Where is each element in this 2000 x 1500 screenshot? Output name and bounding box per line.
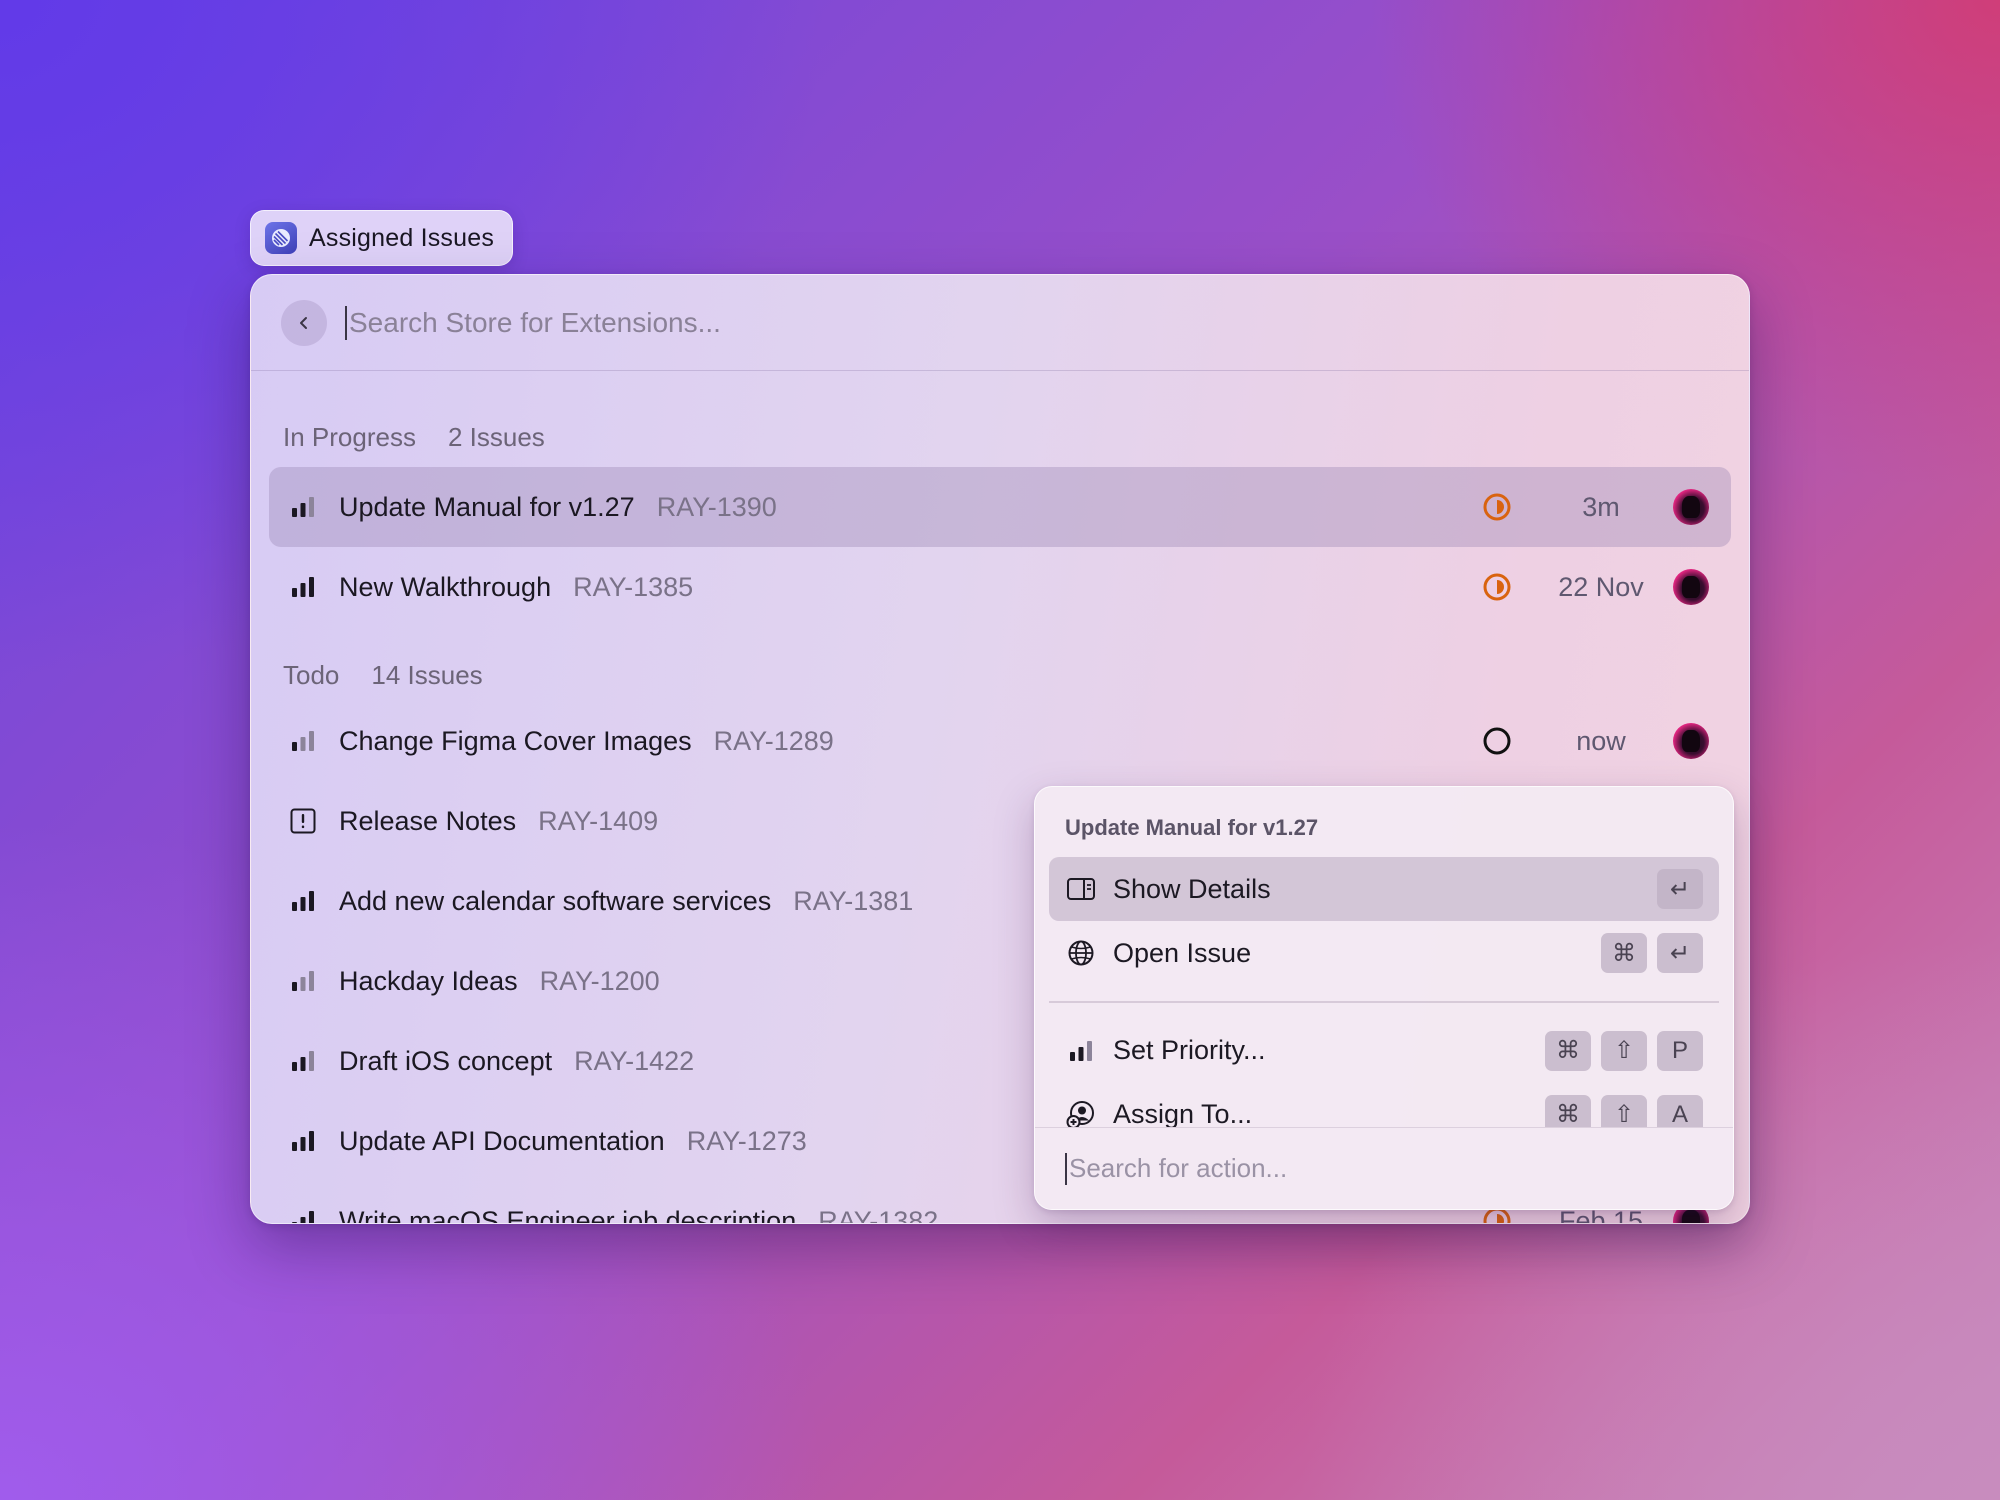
back-button[interactable] bbox=[281, 299, 327, 346]
action-label: Open Issue bbox=[1113, 937, 1252, 968]
issue-title: Update Manual for v1.27 bbox=[339, 491, 635, 522]
assignee-avatar bbox=[1673, 489, 1709, 525]
issue-row[interactable]: Update Manual for v1.27 RAY-1390 3m bbox=[269, 467, 1731, 547]
section-title: In Progress bbox=[283, 421, 416, 452]
issue-id: RAY-1289 bbox=[713, 725, 834, 756]
issue-title: Release Notes bbox=[339, 805, 517, 836]
section-header-in-progress: In Progress 2 Issues bbox=[269, 417, 1731, 457]
issue-updated: 3m bbox=[1582, 491, 1620, 522]
issue-id: RAY-1409 bbox=[538, 805, 659, 836]
action-label: Assign To... bbox=[1113, 1099, 1253, 1129]
issue-title: Update API Documentation bbox=[339, 1125, 665, 1156]
shortcut-key: P bbox=[1657, 1030, 1703, 1071]
issue-title: Change Figma Cover Images bbox=[339, 725, 692, 756]
shortcut-keys: ⌘ ⇧ P bbox=[1545, 1030, 1703, 1071]
in-progress-status-icon bbox=[1483, 493, 1511, 521]
shortcut-keys: ↵ bbox=[1657, 869, 1703, 909]
issue-id: RAY-1381 bbox=[793, 885, 914, 916]
command-title: Assigned Issues bbox=[309, 223, 495, 252]
issue-id: RAY-1390 bbox=[656, 491, 777, 522]
in-progress-status-icon bbox=[1483, 573, 1511, 601]
shortcut-key: ↵ bbox=[1657, 933, 1703, 973]
search-bar bbox=[251, 275, 1749, 371]
action-label: Set Priority... bbox=[1113, 1035, 1266, 1065]
shortcut-key: ⌘ bbox=[1601, 933, 1647, 973]
priority-high-icon bbox=[292, 1131, 314, 1151]
action-panel-title: Update Manual for v1.27 bbox=[1065, 815, 1319, 840]
issue-id: RAY-1200 bbox=[539, 965, 660, 996]
action-panel: Update Manual for v1.27 Show Details ↵ O… bbox=[1034, 786, 1734, 1210]
issue-row[interactable]: New Walkthrough RAY-1385 22 Nov bbox=[269, 547, 1731, 627]
action-divider bbox=[1049, 1001, 1719, 1003]
issue-id: RAY-1385 bbox=[573, 571, 694, 602]
issue-title: Hackday Ideas bbox=[339, 965, 518, 996]
priority-low-icon bbox=[292, 731, 314, 751]
action-search-bar bbox=[1035, 1127, 1733, 1209]
assign-user-icon bbox=[1065, 1099, 1097, 1131]
issue-id: RAY-1273 bbox=[686, 1125, 807, 1156]
shortcut-key: ⇧ bbox=[1601, 1030, 1647, 1071]
issue-id: RAY-1422 bbox=[574, 1045, 695, 1076]
globe-icon bbox=[1065, 937, 1097, 969]
search-input[interactable] bbox=[345, 305, 1719, 340]
sidebar-icon bbox=[1065, 873, 1097, 905]
section-header-todo: Todo 14 Issues bbox=[269, 655, 1731, 695]
command-title-pill: Assigned Issues bbox=[250, 210, 514, 266]
action-open-issue[interactable]: Open Issue ⌘ ↵ bbox=[1049, 921, 1719, 985]
issue-updated: now bbox=[1576, 725, 1626, 756]
priority-high-icon bbox=[292, 891, 314, 911]
issue-row[interactable]: Change Figma Cover Images RAY-1289 now bbox=[269, 701, 1731, 781]
section-title: Todo bbox=[283, 659, 340, 690]
shortcut-key: ⌘ bbox=[1545, 1030, 1591, 1071]
priority-urgent-icon bbox=[290, 808, 316, 834]
linear-app-icon bbox=[265, 222, 297, 254]
action-show-details[interactable]: Show Details ↵ bbox=[1049, 857, 1719, 921]
issue-title: New Walkthrough bbox=[339, 571, 552, 602]
issue-id: RAY-1382 bbox=[818, 1205, 939, 1224]
action-set-priority[interactable]: Set Priority... ⌘ ⇧ P bbox=[1049, 1019, 1719, 1083]
action-label: Show Details bbox=[1113, 873, 1271, 904]
shortcut-key: ↵ bbox=[1657, 869, 1703, 909]
issue-title: Draft iOS concept bbox=[339, 1045, 553, 1076]
priority-medium-icon bbox=[292, 1051, 314, 1071]
priority-icon bbox=[1065, 1035, 1097, 1067]
priority-low-icon bbox=[292, 971, 314, 991]
issue-title: Write macOS Engineer job description bbox=[339, 1205, 797, 1224]
shortcut-keys: ⌘ ↵ bbox=[1601, 933, 1703, 973]
assignee-avatar bbox=[1673, 569, 1709, 605]
priority-high-icon bbox=[292, 577, 314, 597]
action-search-input[interactable] bbox=[1065, 1152, 1703, 1185]
priority-medium-icon bbox=[292, 497, 314, 517]
issue-title: Add new calendar software services bbox=[339, 885, 772, 916]
chevron-left-icon bbox=[300, 316, 307, 329]
section-count: 14 Issues bbox=[371, 659, 483, 690]
assignee-avatar bbox=[1673, 723, 1709, 759]
issue-updated: 22 Nov bbox=[1558, 571, 1644, 602]
todo-status-icon bbox=[1483, 727, 1511, 755]
priority-high-icon bbox=[292, 1211, 314, 1223]
section-count: 2 Issues bbox=[447, 421, 545, 452]
